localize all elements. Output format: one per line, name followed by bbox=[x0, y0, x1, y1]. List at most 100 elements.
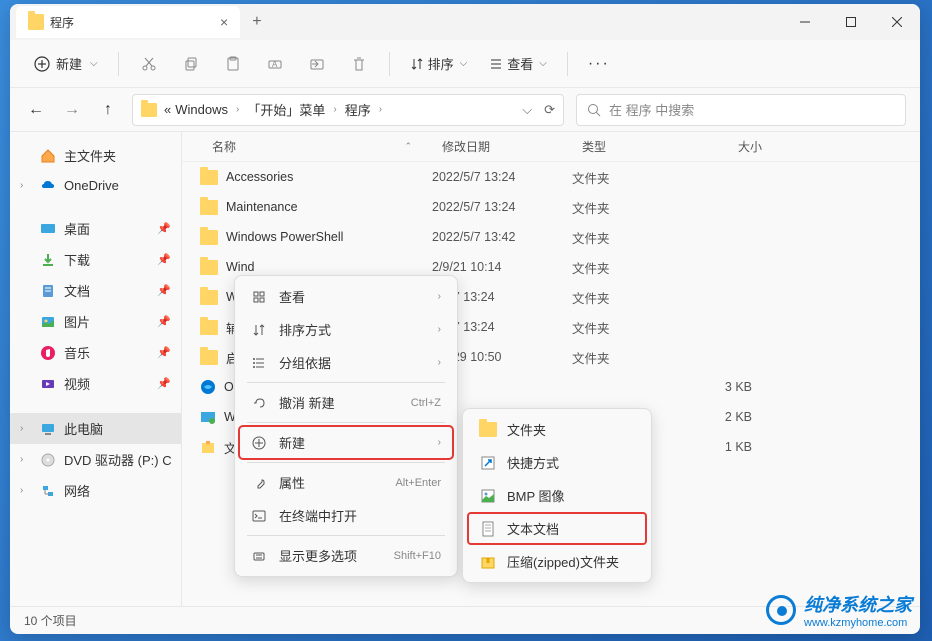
submenu-label: 快捷方式 bbox=[507, 453, 559, 472]
sidebar-item-dvd[interactable]: › DVD 驱动器 (P:) C bbox=[10, 444, 181, 475]
menu-group[interactable]: 分组依据 › bbox=[239, 346, 453, 379]
forward-button[interactable]: → bbox=[60, 101, 84, 119]
file-row[interactable]: Accessories2022/5/7 13:24文件夹 bbox=[182, 162, 920, 192]
chevron-right-icon[interactable]: › bbox=[20, 180, 23, 191]
chevron-down-icon: ⌵ bbox=[460, 58, 468, 69]
folder-icon bbox=[141, 103, 157, 117]
sidebar-label: 网络 bbox=[64, 481, 90, 500]
sidebar-label: 图片 bbox=[64, 312, 90, 331]
sidebar-item-home[interactable]: 主文件夹 bbox=[10, 140, 181, 171]
more-button[interactable]: ··· bbox=[580, 51, 618, 77]
column-name-header[interactable]: 名称⌃ bbox=[182, 138, 432, 155]
column-size-header[interactable]: 大小 bbox=[702, 138, 782, 155]
menu-new[interactable]: 新建 › bbox=[239, 426, 453, 459]
column-date-header[interactable]: 修改日期 bbox=[442, 138, 582, 155]
chevron-right-icon[interactable]: › bbox=[20, 454, 23, 465]
file-row[interactable]: Windows PowerShell2022/5/7 13:42文件夹 bbox=[182, 222, 920, 252]
new-button[interactable]: 新建 ⌵ bbox=[26, 50, 106, 77]
close-tab-button[interactable]: × bbox=[220, 14, 228, 30]
rename-button[interactable]: A bbox=[257, 46, 293, 82]
sidebar-item-downloads[interactable]: 下载 📌 bbox=[10, 244, 181, 275]
menu-sort[interactable]: 排序方式 › bbox=[239, 313, 453, 346]
chevron-right-icon: › bbox=[333, 104, 336, 115]
submenu-label: 文件夹 bbox=[507, 420, 546, 439]
sidebar-item-documents[interactable]: 文档 📌 bbox=[10, 275, 181, 306]
separator bbox=[247, 422, 445, 423]
dropdown-button[interactable]: ⌵ bbox=[522, 102, 532, 118]
submenu-folder[interactable]: 文件夹 bbox=[467, 413, 647, 446]
back-button[interactable]: ← bbox=[24, 101, 48, 119]
watermark-url: www.kzmyhome.com bbox=[804, 617, 912, 629]
shortcut-label: Shift+F10 bbox=[394, 550, 441, 562]
sidebar-item-music[interactable]: 音乐 📌 bbox=[10, 337, 181, 368]
sidebar-item-onedrive[interactable]: › OneDrive bbox=[10, 171, 181, 199]
menu-view[interactable]: 查看 › bbox=[239, 280, 453, 313]
wrench-icon bbox=[251, 475, 267, 491]
network-icon bbox=[40, 483, 56, 499]
sidebar-label: 此电脑 bbox=[64, 419, 103, 438]
chevron-right-icon: › bbox=[438, 324, 441, 335]
menu-more-options[interactable]: 显示更多选项 Shift+F10 bbox=[239, 539, 453, 572]
copy-button[interactable] bbox=[173, 46, 209, 82]
separator bbox=[567, 52, 568, 76]
new-tab-button[interactable]: + bbox=[252, 13, 261, 31]
path-segment[interactable]: Windows bbox=[175, 102, 228, 117]
refresh-button[interactable]: ⟳ bbox=[544, 102, 555, 118]
separator bbox=[247, 462, 445, 463]
terminal-icon bbox=[251, 508, 267, 524]
search-input[interactable]: 在 程序 中搜索 bbox=[576, 94, 906, 126]
close-window-button[interactable] bbox=[874, 4, 920, 40]
pin-icon: 📌 bbox=[157, 253, 171, 266]
share-button[interactable] bbox=[299, 46, 335, 82]
toolbar: 新建 ⌵ A 排序 ⌵ 查看 ⌵ ··· bbox=[10, 40, 920, 88]
up-button[interactable]: ↑ bbox=[96, 101, 120, 119]
sort-icon bbox=[410, 57, 424, 71]
sidebar-item-network[interactable]: › 网络 bbox=[10, 475, 181, 506]
document-icon bbox=[40, 283, 56, 299]
submenu-zip[interactable]: 压缩(zipped)文件夹 bbox=[467, 545, 647, 578]
spacer bbox=[10, 399, 181, 413]
sidebar-label: DVD 驱动器 (P:) C bbox=[64, 450, 171, 469]
folder-icon bbox=[28, 14, 44, 30]
sidebar-item-pictures[interactable]: 图片 📌 bbox=[10, 306, 181, 337]
sidebar-label: 文档 bbox=[64, 281, 90, 300]
cut-button[interactable] bbox=[131, 46, 167, 82]
chevron-right-icon[interactable]: › bbox=[20, 485, 23, 496]
active-tab[interactable]: 程序 × bbox=[16, 6, 240, 38]
view-icon bbox=[489, 57, 503, 71]
path-segment[interactable]: 程序 bbox=[345, 100, 371, 119]
sidebar-item-thispc[interactable]: › 此电脑 bbox=[10, 413, 181, 444]
file-row[interactable]: Maintenance2022/5/7 13:24文件夹 bbox=[182, 192, 920, 222]
watermark: 纯净系统之家 www.kzmyhome.com bbox=[766, 591, 912, 629]
shortcut-label: Ctrl+Z bbox=[411, 397, 441, 409]
column-headers: 名称⌃ 修改日期 类型 大小 bbox=[182, 132, 920, 162]
sidebar-label: 主文件夹 bbox=[64, 146, 116, 165]
search-icon bbox=[587, 103, 601, 117]
menu-undo[interactable]: 撤消 新建 Ctrl+Z bbox=[239, 386, 453, 419]
chevron-right-icon[interactable]: › bbox=[20, 423, 23, 434]
sort-icon bbox=[251, 322, 267, 338]
download-icon bbox=[40, 252, 56, 268]
sort-label: 排序 bbox=[428, 54, 454, 73]
menu-label: 排序方式 bbox=[279, 320, 331, 339]
submenu-shortcut[interactable]: 快捷方式 bbox=[467, 446, 647, 479]
sort-button[interactable]: 排序 ⌵ bbox=[402, 50, 476, 77]
column-type-header[interactable]: 类型 bbox=[582, 138, 702, 155]
list-icon bbox=[251, 355, 267, 371]
minimize-button[interactable] bbox=[782, 4, 828, 40]
menu-label: 新建 bbox=[279, 433, 305, 452]
menu-terminal[interactable]: 在终端中打开 bbox=[239, 499, 453, 532]
paste-button[interactable] bbox=[215, 46, 251, 82]
maximize-button[interactable] bbox=[828, 4, 874, 40]
sidebar-item-desktop[interactable]: 桌面 📌 bbox=[10, 213, 181, 244]
new-label: 新建 bbox=[56, 54, 82, 73]
view-button[interactable]: 查看 ⌵ bbox=[481, 50, 555, 77]
address-bar[interactable]: « Windows › 「开始」菜单 › 程序 › ⌵ ⟳ bbox=[132, 94, 564, 126]
sidebar-item-videos[interactable]: 视频 📌 bbox=[10, 368, 181, 399]
pin-icon: 📌 bbox=[157, 346, 171, 359]
menu-properties[interactable]: 属性 Alt+Enter bbox=[239, 466, 453, 499]
submenu-bmp[interactable]: BMP 图像 bbox=[467, 479, 647, 512]
delete-button[interactable] bbox=[341, 46, 377, 82]
path-segment[interactable]: 「开始」菜单 bbox=[247, 100, 325, 119]
submenu-text-document[interactable]: 文本文档 bbox=[467, 512, 647, 545]
